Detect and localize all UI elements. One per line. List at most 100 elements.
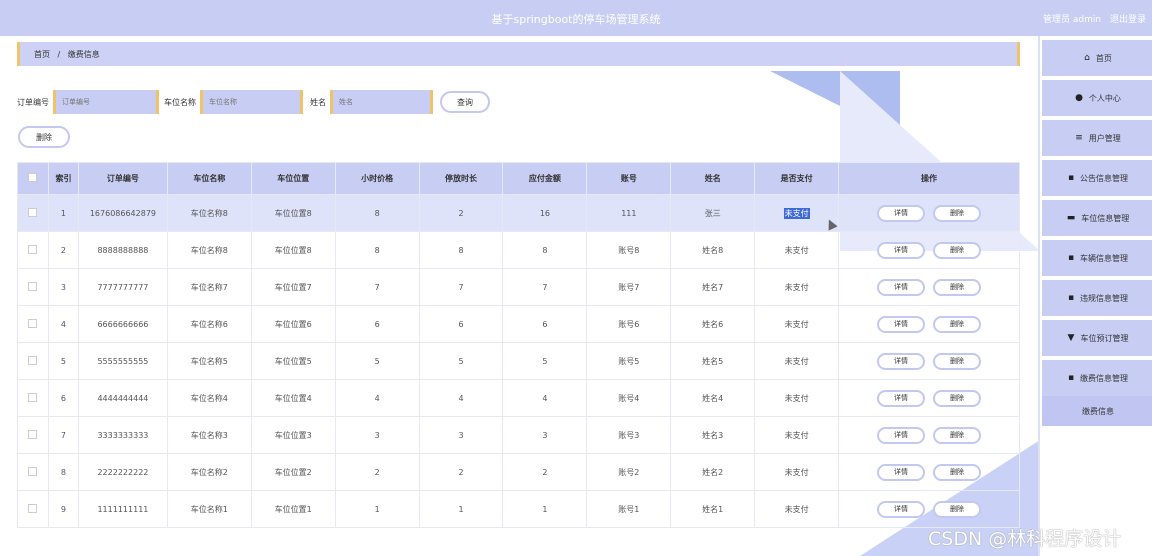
cell-paid: 未支付 bbox=[754, 490, 840, 528]
cell-acct: 账号8 bbox=[586, 231, 672, 269]
row-delete-button[interactable]: 删除 bbox=[933, 426, 982, 444]
app-title: 基于springboot的停车场管理系统 bbox=[491, 13, 661, 26]
row-checkbox[interactable] bbox=[28, 466, 38, 476]
column-header: 小时价格 bbox=[334, 162, 420, 195]
cell-spot: 车位名称1 bbox=[166, 490, 252, 528]
sidebar-item[interactable]: ● 个人中心 bbox=[1042, 80, 1152, 116]
name-input[interactable] bbox=[339, 98, 430, 106]
detail-button[interactable]: 详情 bbox=[877, 204, 926, 222]
breadcrumb-home[interactable]: 首页 bbox=[34, 50, 50, 59]
cell-name: 张三 bbox=[670, 194, 756, 232]
row-checkbox[interactable] bbox=[28, 429, 38, 439]
cell-spot: 车位名称7 bbox=[166, 268, 252, 306]
row-checkbox[interactable] bbox=[28, 503, 38, 513]
table-row[interactable]: 2 8888888888 车位名称8 车位位置8 8 8 8 账号8 姓名8 未支付 详情 删除 bbox=[17, 231, 1020, 269]
cell-acct: 账号5 bbox=[586, 342, 672, 380]
sidebar-subitem-fee-info[interactable]: 缴费信息 bbox=[1042, 396, 1152, 426]
cell-loc: 车位位置3 bbox=[250, 416, 336, 454]
row-checkbox[interactable] bbox=[28, 392, 38, 402]
row-checkbox[interactable] bbox=[28, 281, 38, 291]
cell-loc: 车位位置6 bbox=[250, 305, 336, 343]
table-row[interactable]: 9 1111111111 车位名称1 车位位置1 1 1 1 账号1 姓名1 未支付 详情 删除 bbox=[17, 490, 1020, 528]
sidebar-item[interactable]: ⌂ 首页 bbox=[1042, 40, 1152, 76]
sidebar-item[interactable]: ▼ 车位预订管理 bbox=[1042, 320, 1152, 356]
cell-actions: 详情 删除 bbox=[838, 453, 1020, 491]
row-select-cell bbox=[17, 490, 49, 528]
cell-idx: 8 bbox=[47, 453, 79, 491]
paid-status: 未支付 bbox=[784, 504, 809, 514]
cell-order: 1676086642879 bbox=[77, 194, 168, 232]
row-checkbox[interactable] bbox=[28, 244, 38, 254]
table-row[interactable]: 8 2222222222 车位名称2 车位位置2 2 2 2 账号2 姓名2 未支付 详情 删除 bbox=[17, 453, 1020, 491]
cell-name: 姓名2 bbox=[670, 453, 756, 491]
breadcrumb: 首页 / 缴费信息 bbox=[17, 42, 1020, 66]
grid-icon: ▪ bbox=[1067, 373, 1075, 383]
column-header: 索引 bbox=[47, 162, 79, 195]
detail-button[interactable]: 详情 bbox=[877, 463, 926, 481]
row-delete-button[interactable]: 删除 bbox=[933, 278, 982, 296]
row-delete-button[interactable]: 删除 bbox=[933, 463, 982, 481]
paid-status: 未支付 bbox=[784, 430, 809, 440]
cell-spot: 车位名称4 bbox=[166, 379, 252, 417]
cell-acct: 账号7 bbox=[586, 268, 672, 306]
order-input[interactable] bbox=[62, 98, 156, 106]
cell-acct: 账号3 bbox=[586, 416, 672, 454]
name-label: 姓名 bbox=[310, 97, 326, 107]
row-delete-button[interactable]: 删除 bbox=[933, 352, 982, 370]
cell-acct: 账号6 bbox=[586, 305, 672, 343]
cell-dur: 6 bbox=[418, 305, 504, 343]
table-row[interactable]: 6 4444444444 车位名称4 车位位置4 4 4 4 账号4 姓名4 未支付 详情 删除 bbox=[17, 379, 1020, 417]
row-delete-button[interactable]: 删除 bbox=[933, 500, 982, 518]
cell-paid: 未支付 bbox=[754, 416, 840, 454]
sidebar-item[interactable]: ▪ 缴费信息管理 bbox=[1042, 360, 1152, 396]
logout-link[interactable]: 退出登录 bbox=[1110, 15, 1146, 25]
sidebar-item[interactable]: ▬ 车位信息管理 bbox=[1042, 200, 1152, 236]
query-button[interactable]: 查询 bbox=[440, 91, 490, 113]
sidebar-item[interactable]: ▪ 车辆信息管理 bbox=[1042, 240, 1152, 276]
table-row[interactable]: 4 6666666666 车位名称6 车位位置6 6 6 6 账号6 姓名6 未支付 详情 删除 bbox=[17, 305, 1020, 343]
detail-button[interactable]: 详情 bbox=[877, 352, 926, 370]
sidebar-item[interactable]: ▪ 公告信息管理 bbox=[1042, 160, 1152, 196]
cell-actions: 详情 删除 bbox=[838, 490, 1020, 528]
row-delete-button[interactable]: 删除 bbox=[933, 389, 982, 407]
table-row[interactable]: 1 1676086642879 车位名称8 车位位置8 8 2 16 111 张三 未支付 详情 删除 bbox=[17, 194, 1020, 232]
cell-price: 3 bbox=[334, 416, 420, 454]
column-header: 停放时长 bbox=[418, 162, 504, 195]
table-row[interactable]: 3 7777777777 车位名称7 车位位置7 7 7 7 账号7 姓名7 未支付 详情 删除 bbox=[17, 268, 1020, 306]
cell-acct: 账号1 bbox=[586, 490, 672, 528]
cell-spot: 车位名称8 bbox=[166, 194, 252, 232]
detail-button[interactable]: 详情 bbox=[877, 500, 926, 518]
cell-order: 8888888888 bbox=[77, 231, 168, 269]
sidebar-item-label: 公告信息管理 bbox=[1080, 173, 1129, 183]
row-delete-button[interactable]: 删除 bbox=[933, 315, 982, 333]
sidebar-item[interactable]: ≡ 用户管理 bbox=[1042, 120, 1152, 156]
table-row[interactable]: 5 5555555555 车位名称5 车位位置5 5 5 5 账号5 姓名5 未支付 详情 删除 bbox=[17, 342, 1020, 380]
order-label: 订单编号 bbox=[17, 97, 49, 107]
cell-price: 8 bbox=[334, 231, 420, 269]
table-row[interactable]: 7 3333333333 车位名称3 车位位置3 3 3 3 账号3 姓名3 未支付 详情 删除 bbox=[17, 416, 1020, 454]
cell-price: 4 bbox=[334, 379, 420, 417]
row-delete-button[interactable]: 删除 bbox=[933, 204, 982, 222]
cell-dur: 7 bbox=[418, 268, 504, 306]
row-checkbox[interactable] bbox=[28, 318, 38, 328]
sidebar-item[interactable]: ▪ 违规信息管理 bbox=[1042, 280, 1152, 316]
row-delete-button[interactable]: 删除 bbox=[933, 241, 982, 259]
detail-button[interactable]: 详情 bbox=[877, 426, 926, 444]
row-select-cell bbox=[17, 194, 49, 232]
detail-button[interactable]: 详情 bbox=[877, 389, 926, 407]
cell-amount: 8 bbox=[502, 231, 588, 269]
cell-amount: 4 bbox=[502, 379, 588, 417]
select-all-checkbox[interactable] bbox=[28, 173, 38, 182]
detail-button[interactable]: 详情 bbox=[877, 315, 926, 333]
detail-button[interactable]: 详情 bbox=[877, 278, 926, 296]
batch-delete-button[interactable]: 删除 bbox=[18, 126, 70, 148]
breadcrumb-current: 缴费信息 bbox=[67, 50, 100, 59]
cell-amount: 6 bbox=[502, 305, 588, 343]
detail-button[interactable]: 详情 bbox=[877, 241, 926, 259]
row-checkbox[interactable] bbox=[28, 207, 38, 217]
row-checkbox[interactable] bbox=[28, 355, 38, 365]
cell-paid: 未支付 bbox=[754, 453, 840, 491]
user-area: 管理员 admin 退出登录 bbox=[1037, 12, 1146, 25]
column-header: 应付金额 bbox=[502, 162, 588, 195]
spot-input[interactable] bbox=[209, 98, 300, 106]
